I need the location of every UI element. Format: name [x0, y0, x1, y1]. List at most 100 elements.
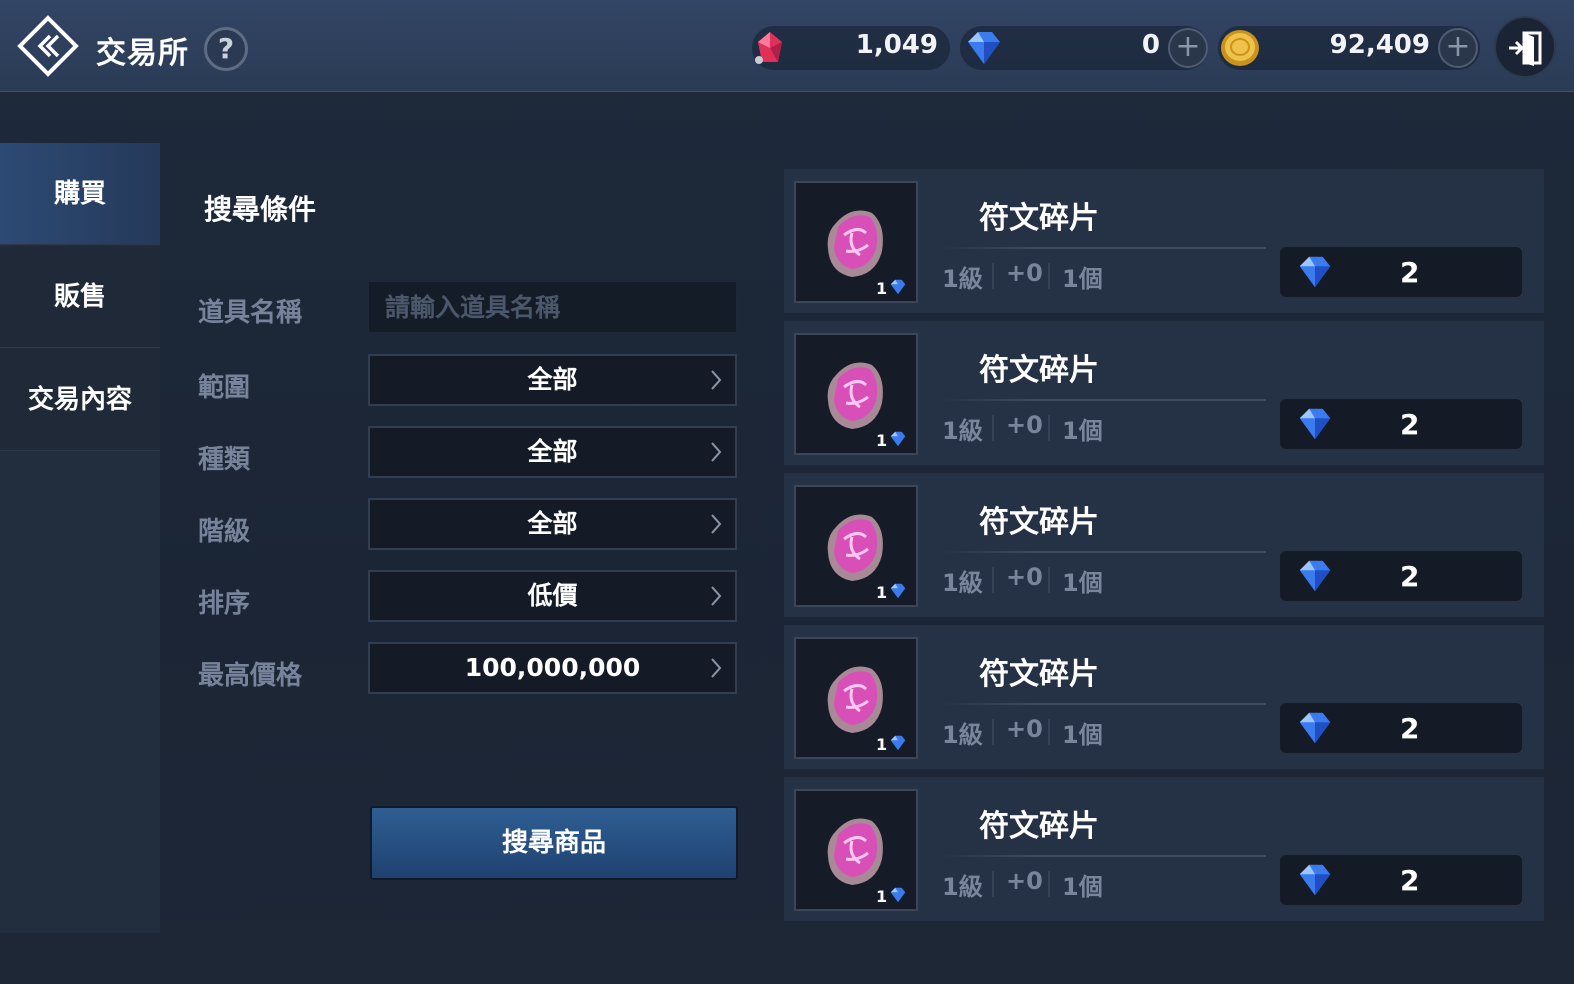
item-name: 符文碎片: [979, 505, 1099, 540]
gold-amount: 92,409: [1329, 30, 1430, 60]
listing-row[interactable]: 1 符文碎片 1級 +0 1個 2: [784, 169, 1544, 317]
max-price-label: 最高價格: [198, 661, 303, 691]
rune-stone-icon: [827, 210, 883, 277]
rune-stone-icon: [827, 818, 883, 885]
blue-diamond-icon: [890, 279, 906, 295]
item-name: 符文碎片: [979, 353, 1099, 388]
divider: [1048, 871, 1050, 897]
thumbnail-quantity: 1: [876, 887, 888, 906]
divider: [1048, 567, 1050, 593]
divider: [942, 551, 1266, 553]
range-select[interactable]: 全部: [368, 354, 737, 406]
item-count: 1個: [1062, 873, 1103, 901]
sort-select[interactable]: 低價: [368, 570, 737, 622]
item-name: 符文碎片: [979, 809, 1099, 844]
back-button[interactable]: [16, 14, 80, 78]
price-box: 2: [1280, 703, 1522, 753]
blue-diamond-icon: [890, 735, 906, 751]
divider: [942, 703, 1266, 705]
divider: [1048, 263, 1050, 289]
blue-diamond-icon: [968, 32, 1000, 64]
divider: [992, 415, 994, 441]
exit-door-icon: [1509, 31, 1542, 66]
item-thumbnail: 1: [794, 637, 918, 759]
diamond-add-button[interactable]: +: [1168, 28, 1208, 68]
listing-row[interactable]: 1 符文碎片 1級 +0 1個 2: [784, 625, 1544, 773]
item-name-field-wrapper: [368, 281, 737, 333]
rune-stone-icon: [827, 514, 883, 581]
blue-diamond-icon: [1299, 864, 1331, 896]
category-select[interactable]: 全部: [368, 426, 737, 478]
top-bar: 交易所 ? 1,049 0 + 92,409 +: [0, 0, 1574, 92]
item-name-input[interactable]: [369, 282, 736, 332]
item-price: 2: [1400, 408, 1420, 441]
chevron-right-icon: [711, 586, 722, 606]
item-thumbnail: 1: [794, 789, 918, 911]
thumbnail-quantity: 1: [876, 735, 888, 754]
blue-diamond-icon: [1299, 712, 1331, 744]
tab-buy[interactable]: 購買: [0, 143, 160, 245]
sort-label: 排序: [198, 589, 251, 619]
grade-value: 全部: [527, 509, 578, 538]
item-enhance: +0: [1006, 411, 1043, 439]
grade-label: 階級: [198, 517, 251, 547]
max-price-value: 100,000,000: [464, 653, 641, 682]
chevron-right-icon: [711, 658, 722, 678]
tab-sell[interactable]: 販售: [0, 246, 160, 348]
blue-diamond-icon: [890, 431, 906, 447]
item-level: 1級: [942, 417, 983, 445]
item-name-label: 道具名稱: [198, 298, 303, 328]
thumbnail-quantity: 1: [876, 431, 888, 450]
search-items-button[interactable]: 搜尋商品: [370, 806, 738, 880]
listing-row[interactable]: 1 符文碎片 1級 +0 1個 2: [784, 777, 1544, 925]
blue-diamond-icon: [890, 887, 906, 903]
item-count: 1個: [1062, 265, 1103, 293]
help-button[interactable]: ?: [204, 27, 248, 71]
item-level: 1級: [942, 569, 983, 597]
item-enhance: +0: [1006, 563, 1043, 591]
item-thumbnail: 1: [794, 181, 918, 303]
exit-button[interactable]: [1494, 16, 1556, 78]
listing-row[interactable]: 1 符文碎片 1級 +0 1個 2: [784, 321, 1544, 469]
price-box: 2: [1280, 399, 1522, 449]
page-title: 交易所: [96, 36, 189, 71]
item-thumbnail: 1: [794, 485, 918, 607]
blue-diamond-icon: [1299, 560, 1331, 592]
divider: [1048, 415, 1050, 441]
ruby-amount: 1,049: [855, 30, 938, 60]
item-name: 符文碎片: [979, 201, 1099, 236]
item-price: 2: [1400, 560, 1420, 593]
item-level: 1級: [942, 265, 983, 293]
divider: [1048, 719, 1050, 745]
ruby-gem-icon: [755, 32, 782, 64]
range-label: 範圍: [198, 373, 251, 403]
price-box: 2: [1280, 855, 1522, 905]
divider: [942, 855, 1266, 857]
item-level: 1級: [942, 873, 983, 901]
blue-diamond-icon: [1299, 256, 1331, 288]
chevron-right-icon: [711, 370, 722, 390]
category-value: 全部: [527, 437, 578, 466]
item-name: 符文碎片: [979, 657, 1099, 692]
gold-add-button[interactable]: +: [1438, 28, 1478, 68]
item-enhance: +0: [1006, 259, 1043, 287]
chevron-right-icon: [711, 514, 722, 534]
range-value: 全部: [527, 365, 578, 394]
item-price: 2: [1400, 864, 1420, 897]
rune-stone-icon: [827, 666, 883, 733]
listing-row[interactable]: 1 符文碎片 1級 +0 1個 2: [784, 473, 1544, 621]
grade-select[interactable]: 全部: [368, 498, 737, 550]
item-price: 2: [1400, 256, 1420, 289]
sort-value: 低價: [527, 581, 578, 610]
tab-trade-history[interactable]: 交易內容: [0, 349, 160, 451]
max-price-select[interactable]: 100,000,000: [368, 642, 737, 694]
divider: [942, 247, 1266, 249]
item-level: 1級: [942, 721, 983, 749]
divider: [992, 871, 994, 897]
rune-stone-icon: [827, 362, 883, 429]
gold-coin-icon: [1221, 30, 1259, 66]
divider: [992, 567, 994, 593]
thumbnail-quantity: 1: [876, 279, 888, 298]
chevron-right-icon: [711, 442, 722, 462]
search-conditions-title: 搜尋條件: [204, 193, 317, 226]
